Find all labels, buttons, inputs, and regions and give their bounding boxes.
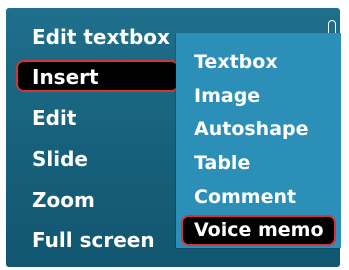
submenu-item-image[interactable]: Image bbox=[176, 81, 341, 111]
submenu-item-voice-memo[interactable]: Voice memo bbox=[181, 215, 336, 246]
menu-item-zoom[interactable]: Zoom bbox=[16, 185, 176, 215]
insert-submenu: Textbox Image Autoshape Table Comment Vo… bbox=[176, 33, 341, 248]
submenu-item-table[interactable]: Table bbox=[176, 148, 341, 178]
submenu-item-comment[interactable]: Comment bbox=[176, 182, 341, 212]
screen: Edit textbox Insert Edit Slide Zoom Full… bbox=[0, 0, 349, 270]
menu-item-edit-textbox[interactable]: Edit textbox bbox=[16, 22, 176, 52]
submenu-item-autoshape[interactable]: Autoshape bbox=[176, 114, 341, 144]
menu-item-full-screen[interactable]: Full screen bbox=[16, 225, 176, 255]
submenu-item-textbox[interactable]: Textbox bbox=[176, 47, 341, 77]
menu-item-insert[interactable]: Insert bbox=[16, 60, 179, 92]
menu-item-slide[interactable]: Slide bbox=[16, 144, 176, 174]
menu-item-edit[interactable]: Edit bbox=[16, 103, 176, 133]
